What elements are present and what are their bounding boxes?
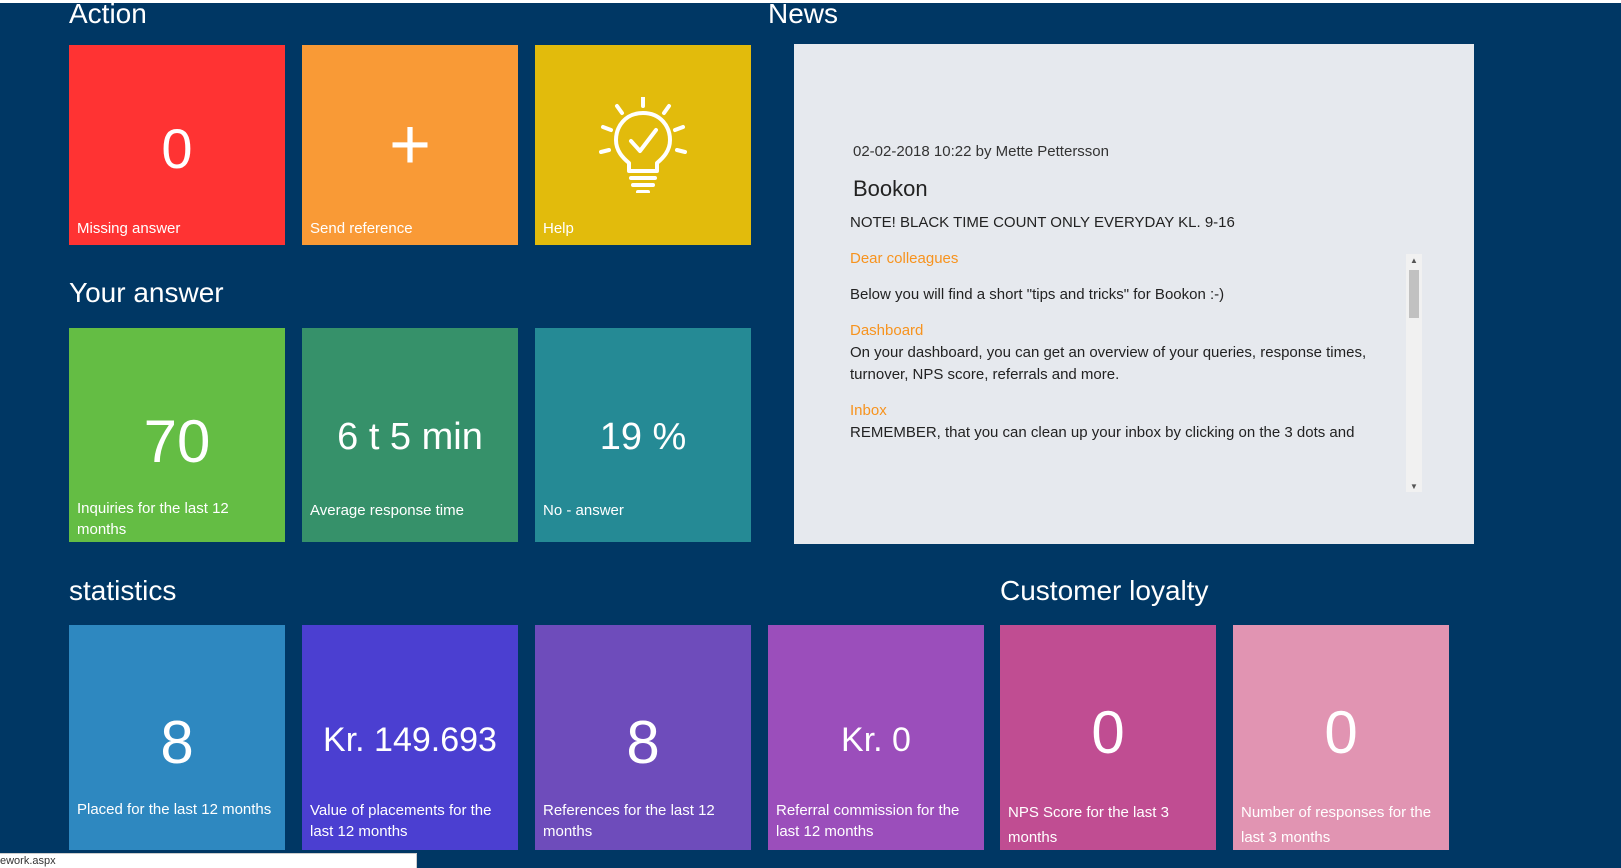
news-scrollbar[interactable]: ▲ ▼ [1406, 254, 1422, 492]
news-intro: Below you will find a short "tips and tr… [850, 286, 1225, 303]
news-greeting: Dear colleagues [850, 250, 959, 267]
news-title: Bookon [853, 176, 928, 201]
help-label: Help [543, 220, 574, 237]
news-scroll-area[interactable]: NOTE! BLACK TIME COUNT ONLY EVERYDAY KL.… [850, 212, 1422, 492]
news-note: NOTE! BLACK TIME COUNT ONLY EVERYDAY KL.… [850, 214, 1235, 231]
lightbulb-check-icon [599, 97, 687, 193]
no-answer-value: 19 % [599, 416, 687, 458]
missing-answer-count: 0 [161, 117, 193, 180]
news-panel: 02-02-2018 10:22 by Mette Pettersson Boo… [794, 44, 1474, 544]
placed-tile[interactable]: 8 Placed for the last 12 months [69, 625, 285, 850]
references-label: References for the last 12 months [543, 802, 715, 840]
news-inbox-text: REMEMBER, that you can clean up your inb… [850, 424, 1355, 441]
referral-commission-tile[interactable]: Kr. 0 Referral commission for the last 1… [768, 625, 984, 850]
inquiries-label: Inquiries for the last 12 months [77, 500, 229, 538]
news-dashboard-heading: Dashboard [850, 322, 924, 339]
send-reference-label: Send reference [310, 220, 413, 237]
inquiries-count: 70 [143, 408, 211, 475]
average-response-tile[interactable]: 6 t 5 min Average response time [302, 328, 518, 542]
value-of-placements-tile[interactable]: Kr. 149.693 Value of placements for the … [302, 625, 518, 850]
scroll-down-icon[interactable]: ▼ [1406, 480, 1422, 492]
references-tile[interactable]: 8 References for the last 12 months [535, 625, 751, 850]
scroll-up-icon[interactable]: ▲ [1406, 254, 1422, 268]
placed-count: 8 [160, 709, 194, 776]
number-of-responses-tile[interactable]: 0 Number of responses for the last 3 mon… [1233, 625, 1449, 850]
send-reference-tile[interactable]: + Send reference [302, 45, 518, 245]
inquiries-tile[interactable]: 70 Inquiries for the last 12 months [69, 328, 285, 542]
referral-commission-label: Referral commission for the last 12 mont… [776, 802, 960, 840]
section-title-customer-loyalty: Customer loyalty [1000, 575, 1209, 606]
missing-answer-label: Missing answer [77, 220, 181, 237]
scrollbar-thumb[interactable] [1409, 270, 1419, 318]
news-content: NOTE! BLACK TIME COUNT ONLY EVERYDAY KL.… [850, 212, 1390, 444]
news-meta: 02-02-2018 10:22 by Mette Pettersson [853, 143, 1109, 160]
news-inbox-heading: Inbox [850, 402, 887, 419]
plus-icon: + [388, 105, 432, 185]
nps-score-tile[interactable]: 0 NPS Score for the last 3 months [1000, 625, 1216, 850]
missing-answer-tile[interactable]: 0 Missing answer [69, 45, 285, 245]
nps-score-value: 0 [1091, 699, 1125, 766]
average-response-value: 6 t 5 min [337, 416, 483, 458]
news-dashboard-text: On your dashboard, you can get an overvi… [850, 344, 1367, 383]
average-response-label: Average response time [310, 502, 464, 519]
section-title-news: News [768, 0, 839, 29]
number-of-responses-label: Number of responses for the last 3 month… [1241, 804, 1432, 846]
value-of-placements-label: Value of placements for the last 12 mont… [310, 802, 492, 840]
section-title-statistics: statistics [69, 575, 177, 606]
no-answer-tile[interactable]: 19 % No - answer [535, 328, 751, 542]
nps-score-label: NPS Score for the last 3 months [1008, 804, 1169, 846]
placed-label: Placed for the last 12 months [77, 801, 272, 818]
referral-commission-value: Kr. 0 [841, 721, 911, 759]
status-bar-url: ework.aspx [0, 853, 417, 868]
value-of-placements-value: Kr. 149.693 [323, 721, 497, 759]
section-title-your-answer: Your answer [69, 277, 224, 308]
references-count: 8 [626, 709, 660, 776]
help-tile[interactable]: Help [535, 45, 751, 245]
number-of-responses-value: 0 [1324, 699, 1358, 766]
section-title-action: Action [69, 0, 147, 29]
no-answer-label: No - answer [543, 502, 624, 519]
